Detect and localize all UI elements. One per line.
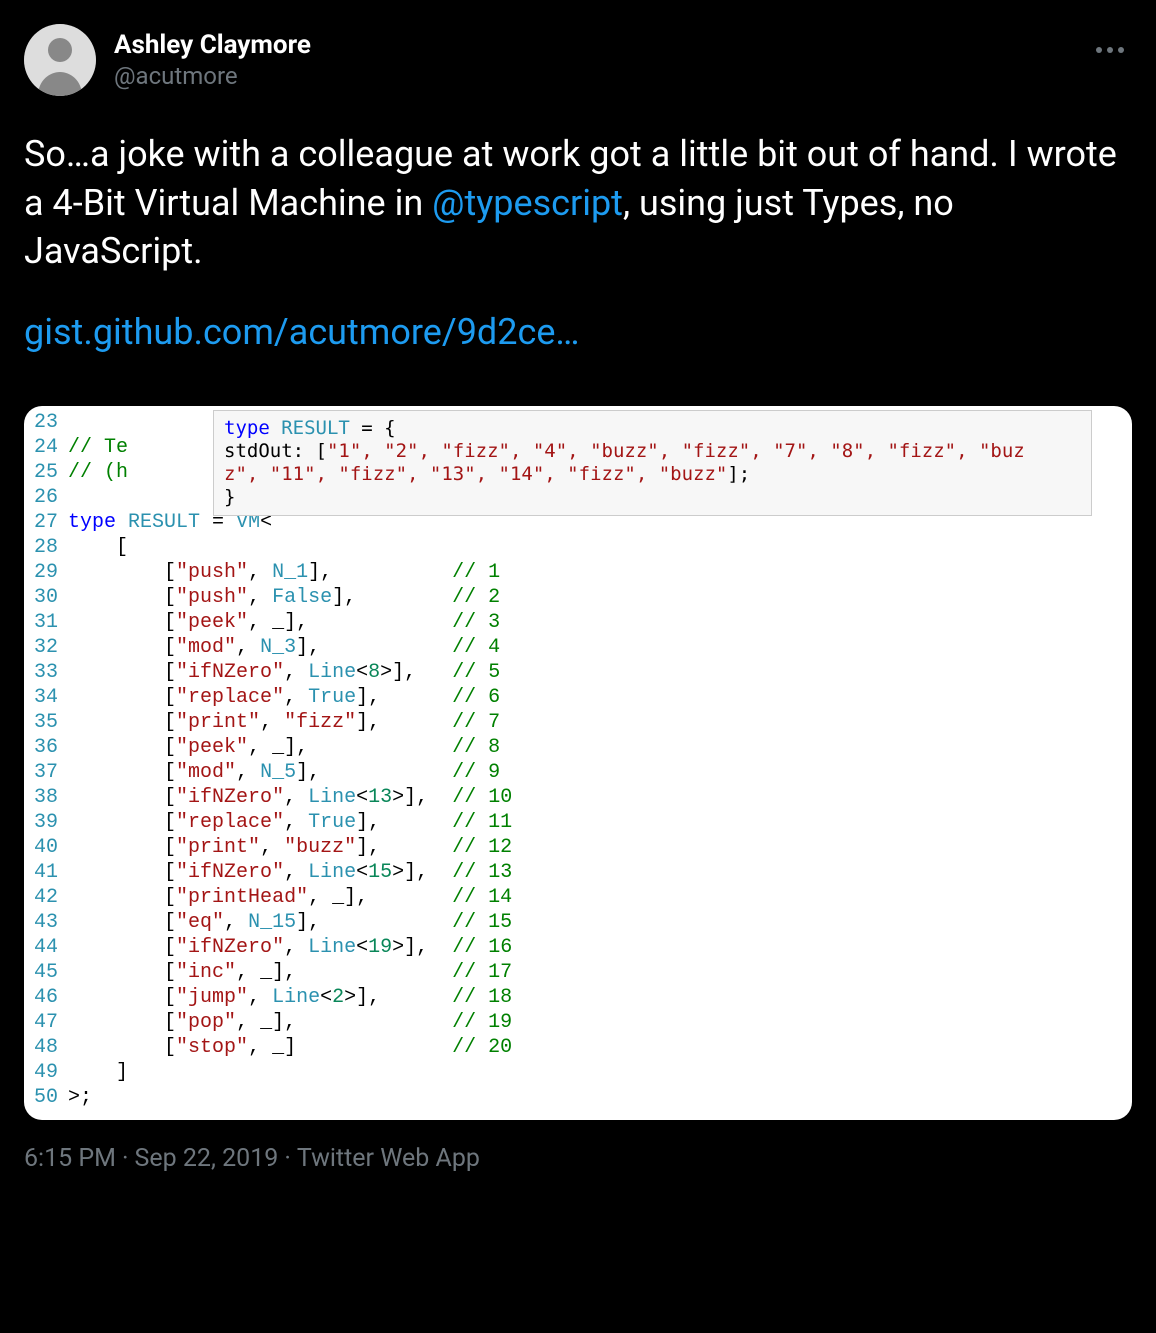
type-tooltip: type RESULT = { stdOut: ["1", "2", "fizz… — [213, 410, 1092, 516]
embedded-code-image[interactable]: 2324252627282930313233343536373839404142… — [24, 406, 1132, 1120]
tweet-date[interactable]: Sep 22, 2019 — [135, 1144, 279, 1173]
gist-link[interactable]: gist.github.com/acutmore/9d2ce… — [24, 311, 580, 353]
tooltip-string: z", "11", "fizz", "13", "14", "fizz", "b… — [224, 463, 727, 485]
tooltip-text: stdOut: [ — [224, 440, 327, 462]
tooltip-punct: } — [224, 486, 235, 508]
line-gutter: 2324252627282930313233343536373839404142… — [24, 406, 68, 1114]
tweet-time[interactable]: 6:15 PM — [24, 1144, 116, 1173]
tooltip-punct: = { — [350, 417, 396, 439]
tweet-meta: 6:15 PM·Sep 22, 2019·Twitter Web App — [24, 1144, 1132, 1173]
user-handle[interactable]: @acutmore — [114, 62, 311, 90]
display-name[interactable]: Ashley Claymore — [114, 30, 311, 60]
tweet-source[interactable]: Twitter Web App — [297, 1144, 480, 1173]
code-block: 2324252627282930313233343536373839404142… — [24, 406, 1132, 1120]
more-options-button[interactable] — [1088, 28, 1132, 72]
tooltip-kw: type — [224, 417, 281, 439]
tweet-container: Ashley Claymore @acutmore So…a joke with… — [24, 24, 1132, 1173]
code-content: type RESULT = { stdOut: ["1", "2", "fizz… — [68, 406, 1132, 1114]
tweet-body: So…a joke with a colleague at work got a… — [24, 130, 1132, 388]
mention-link[interactable]: @typescript — [432, 182, 623, 224]
more-icon — [1096, 47, 1124, 53]
tweet-header: Ashley Claymore @acutmore — [24, 24, 1132, 96]
tooltip-string: "1", "2", "fizz", "4", "buzz", "fizz", "… — [327, 440, 1025, 462]
user-info: Ashley Claymore @acutmore — [114, 30, 311, 90]
tooltip-punct: ]; — [727, 463, 750, 485]
avatar[interactable] — [24, 24, 96, 96]
tooltip-type: RESULT — [281, 417, 350, 439]
